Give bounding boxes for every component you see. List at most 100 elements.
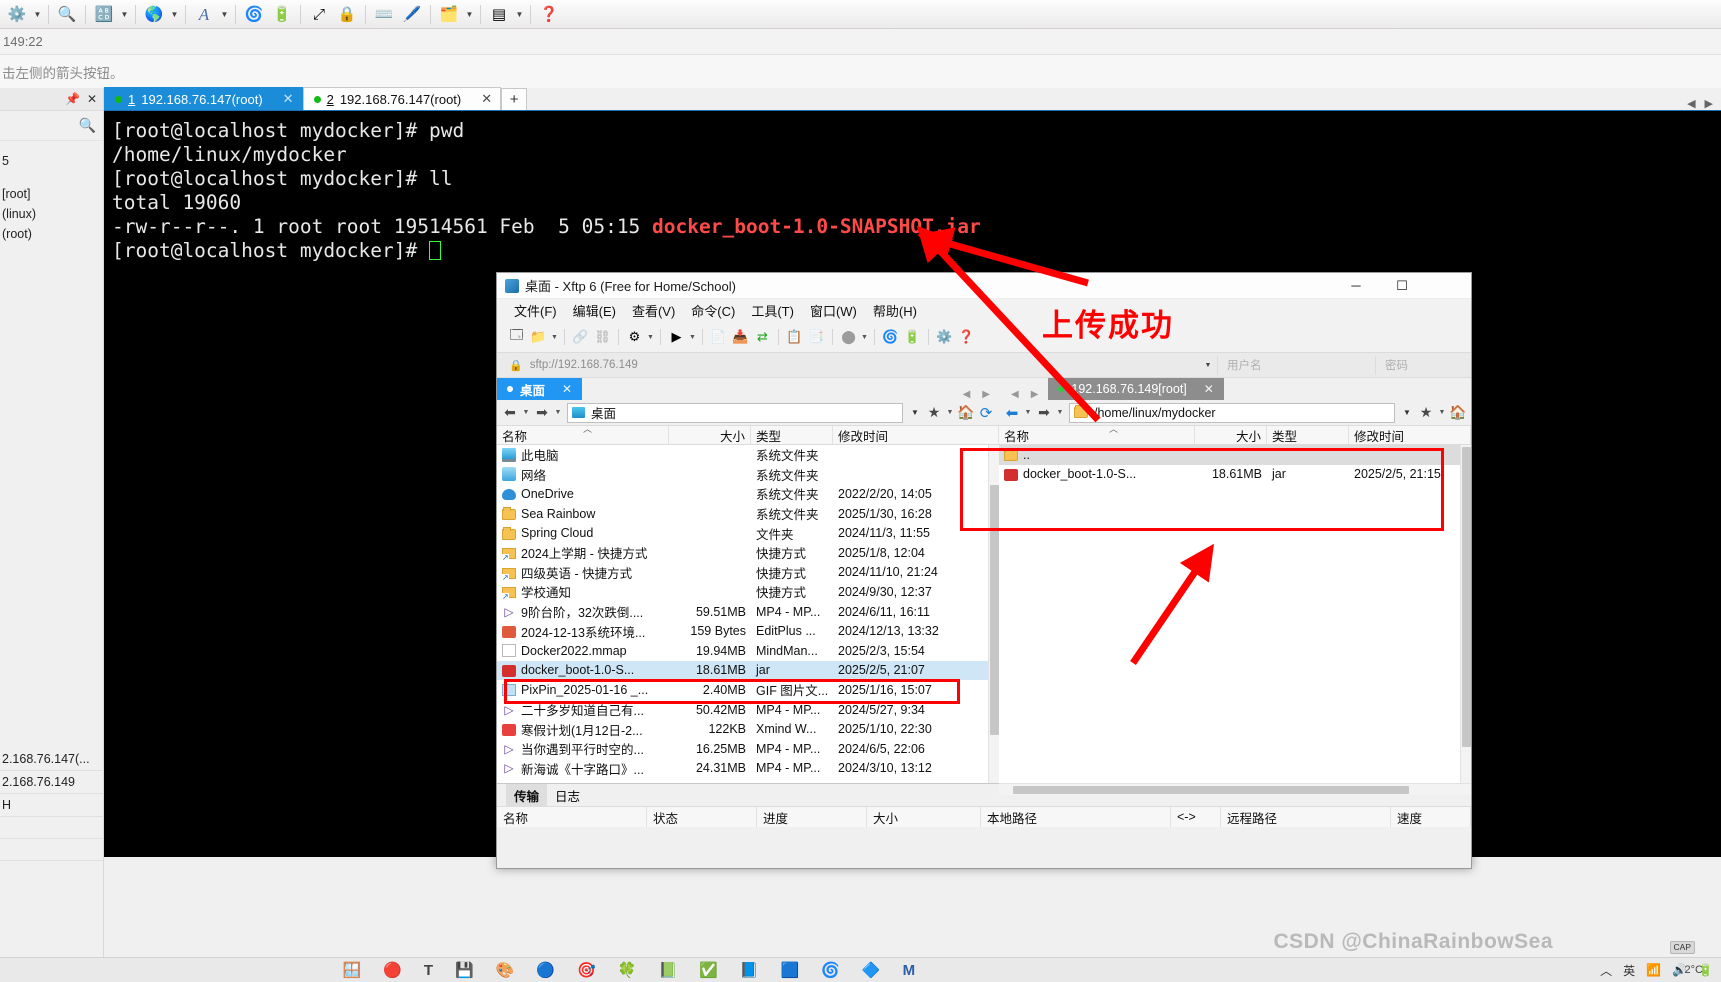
table-row[interactable]: ▷ 当你遇到平行时空的... 16.25MB MP4 - MP... 2024/6/5,… (497, 739, 999, 759)
app-icon[interactable]: 🎨 (496, 961, 515, 979)
password-field[interactable]: 密码 (1375, 355, 1471, 375)
back-arrow-icon[interactable]: ⬅ (1003, 403, 1021, 423)
table-row[interactable]: ▷ 9阶台阶，32次跌倒.... 59.51MB MP4 - MP... 2024/6/… (497, 602, 999, 622)
maximize-button[interactable]: ☐ (1379, 273, 1425, 299)
chevron-down-icon[interactable]: ▼ (550, 334, 559, 341)
table-row[interactable]: 寒假计划(1月12日-2... 122KB Xmind W... 2025/1/10,… (497, 719, 999, 739)
upload-icon[interactable]: 📄 (708, 327, 729, 348)
open-folder-icon[interactable]: 📁 (528, 327, 549, 348)
table-row[interactable]: 学校通知 快捷方式 2024/9/30, 12:37 (497, 582, 999, 602)
app-icon[interactable]: 🎯 (577, 961, 596, 979)
close-icon[interactable]: ✕ (269, 91, 294, 107)
table-row[interactable]: OneDrive 系统文件夹 2022/2/20, 14:05 (497, 484, 999, 504)
list-item[interactable]: (linux) (0, 204, 103, 224)
chevron-down-icon[interactable]: ▼ (1055, 409, 1065, 416)
list-item[interactable]: (root) (0, 224, 103, 244)
list-item[interactable] (0, 839, 104, 861)
chevron-down-icon[interactable]: ▼ (521, 409, 531, 416)
table-row[interactable]: ▷ 新海诚《十字路口》... 24.31MB MP4 - MP... 2024/3/10… (497, 759, 999, 779)
username-field[interactable]: 用户名 (1217, 355, 1375, 375)
pin-icon[interactable]: 📌 (65, 92, 80, 106)
remote-horizontal-scrollbar[interactable] (999, 783, 1471, 795)
close-icon[interactable]: ✕ (1204, 382, 1214, 396)
help-icon[interactable]: ❓ (536, 2, 562, 27)
tab-session-1[interactable]: 1 192.168.76.147(root) ✕ (104, 87, 303, 110)
tab-local-desktop[interactable]: 桌面 ✕ (497, 378, 583, 400)
sync-icon[interactable]: ⇄ (752, 327, 773, 348)
gear-icon[interactable]: ⚙️ (934, 327, 955, 348)
app-icon[interactable]: M (903, 962, 916, 979)
table-row[interactable]: Sea Rainbow 系统文件夹 2025/1/30, 16:28 (497, 504, 999, 524)
green-app-icon[interactable]: 🔋 (902, 327, 923, 348)
column-size[interactable]: 大小 (669, 426, 751, 444)
download-icon[interactable]: 📥 (730, 327, 751, 348)
link-icon[interactable]: 🔗 (570, 327, 591, 348)
local-path-input[interactable]: 桌面 (567, 402, 903, 423)
home-icon[interactable]: 🏠 (1449, 403, 1467, 423)
close-icon[interactable]: ✕ (467, 91, 492, 107)
column-direction[interactable]: <-> (1171, 807, 1221, 827)
menu-window[interactable]: 窗口(W) (802, 301, 865, 320)
app-icon[interactable]: 📘 (740, 961, 759, 979)
column-remote-path[interactable]: 远程路径 (1221, 807, 1391, 827)
table-row[interactable]: Spring Cloud 文件夹 2024/11/3, 11:55 (497, 523, 999, 543)
chevron-down-icon[interactable]: ▼ (945, 409, 955, 416)
chevron-down-icon[interactable]: ▼ (860, 334, 869, 341)
chevron-down-icon[interactable]: ▼ (1399, 408, 1415, 417)
chevron-down-icon[interactable]: ▼ (169, 2, 180, 27)
list-item[interactable]: 2.168.76.149 (0, 771, 104, 794)
wifi-icon[interactable]: 📶 (1646, 963, 1661, 977)
unlink-icon[interactable]: ⛓ (592, 327, 613, 348)
table-row[interactable]: 2024上学期 - 快捷方式 快捷方式 2025/1/8, 12:04 (497, 543, 999, 563)
chrome-icon[interactable]: 🔴 (383, 961, 402, 979)
chevron-down-icon[interactable]: ▼ (219, 2, 230, 27)
close-icon[interactable]: ✕ (87, 92, 97, 106)
layout-icon[interactable]: 🔠 (91, 2, 117, 27)
chevron-down-icon[interactable]: ▼ (119, 2, 130, 27)
remote-file-list[interactable]: .. docker_boot-1.0-S... 18.61MB jar 2025/2/5… (999, 445, 1471, 783)
green-tool-icon[interactable]: 🔋 (269, 2, 295, 27)
home-icon[interactable]: 🏠 (957, 403, 975, 423)
app-icon[interactable]: 🟦 (781, 961, 800, 979)
column-status[interactable]: 状态 (647, 807, 757, 827)
column-size[interactable]: 大小 (867, 807, 981, 827)
xshell-icon[interactable]: 🌀 (880, 327, 901, 348)
chevron-down-icon[interactable]: ▼ (514, 2, 525, 27)
list-item[interactable]: H (0, 794, 104, 817)
refresh-icon[interactable]: ⟳ (977, 403, 995, 423)
globe-icon[interactable]: 🌎 (141, 2, 167, 27)
app-icon[interactable]: 🍀 (618, 961, 637, 979)
column-type[interactable]: 类型 (751, 426, 833, 444)
table-row[interactable]: Docker2022.mmap 19.94MB MindMan... 2025/2/3… (497, 641, 999, 661)
chevron-down-icon[interactable]: ▼ (464, 2, 475, 27)
app-icon[interactable]: ✅ (699, 961, 718, 979)
tab-session-2[interactable]: 2 192.168.76.147(root) ✕ (302, 87, 502, 110)
list-item[interactable]: 2.168.76.147(... (0, 748, 104, 771)
new-folder-icon[interactable]: 🗂️ (436, 2, 462, 27)
text-icon[interactable]: T (424, 962, 433, 979)
chevron-right-icon[interactable]: ▶ (1031, 389, 1039, 400)
remote-path-input[interactable]: /home/linux/mydocker (1069, 402, 1395, 423)
settings-gear-icon[interactable]: ⚙️ (4, 2, 30, 27)
list-item[interactable]: 5 (0, 151, 103, 171)
chevron-down-icon[interactable]: ▼ (646, 334, 655, 341)
table-row[interactable]: 此电脑 系统文件夹 (497, 445, 999, 465)
chevron-down-icon[interactable]: ▼ (907, 408, 923, 417)
table-row[interactable]: ▷ 二十多岁知道自己有... 50.42MB MP4 - MP... 2024/5/27… (497, 700, 999, 720)
chevron-down-icon[interactable]: ▼ (1437, 409, 1447, 416)
table-row[interactable]: 网络 系统文件夹 (497, 465, 999, 485)
column-type[interactable]: 类型 (1267, 426, 1349, 444)
windows-icon[interactable]: 🪟 (343, 961, 362, 979)
back-arrow-icon[interactable]: ⬅ (501, 403, 519, 423)
list-item[interactable]: [root] (0, 171, 103, 204)
xftp-icon[interactable]: 🌀 (241, 2, 267, 27)
paste-icon[interactable]: 📑 (806, 327, 827, 348)
list-item[interactable] (0, 817, 104, 839)
vertical-scrollbar[interactable] (988, 445, 999, 783)
help-icon[interactable]: ❓ (956, 327, 977, 348)
table-row[interactable]: .. (999, 445, 1471, 465)
column-modified[interactable]: 修改时间 (833, 426, 999, 444)
menu-tools[interactable]: 工具(T) (743, 301, 802, 320)
local-file-list[interactable]: 此电脑 系统文件夹 网络 系统文件夹 OneDrive 系统文件夹 2022/2/20, 1… (497, 445, 999, 783)
app-icon[interactable]: 📗 (658, 961, 677, 979)
